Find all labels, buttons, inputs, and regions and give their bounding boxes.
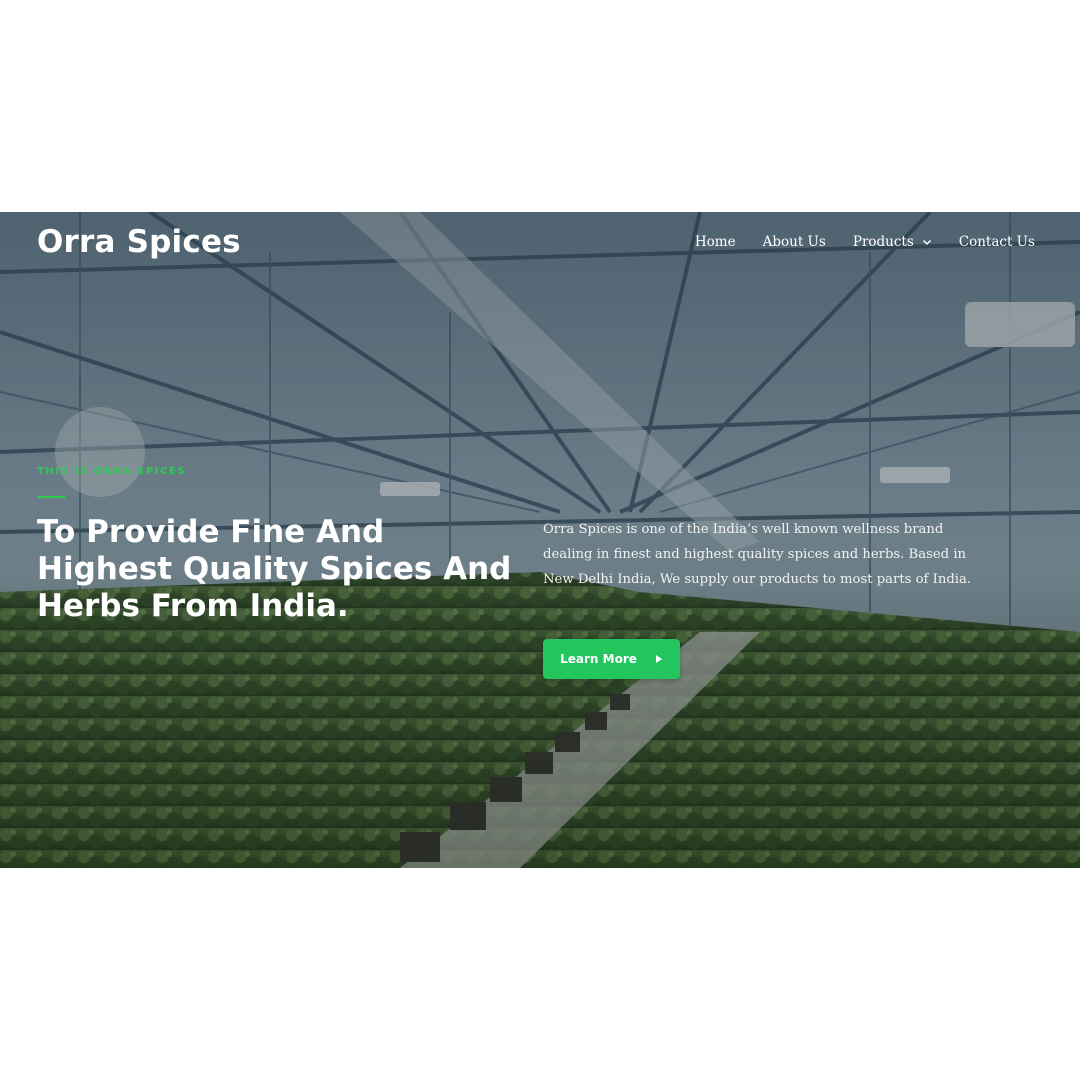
site-logo[interactable]: Orra Spices <box>37 224 241 260</box>
hero-description: Orra Spices is one of the India’s well k… <box>543 522 972 587</box>
nav-label: About Us <box>762 234 826 250</box>
nav-item-products[interactable]: Products <box>853 234 932 250</box>
chevron-down-icon <box>922 239 931 246</box>
hero-headline: To Provide Fine And Highest Quality Spic… <box>37 514 512 624</box>
nav-label: Contact Us <box>958 234 1035 250</box>
learn-more-button[interactable]: Learn More <box>543 639 680 679</box>
caret-right-icon <box>655 655 662 663</box>
nav-item-contact-us[interactable]: Contact Us <box>959 234 1035 250</box>
main-nav: Home About Us Products Contact Us <box>695 234 1035 250</box>
nav-item-about-us[interactable]: About Us <box>763 234 826 250</box>
nav-item-home[interactable]: Home <box>695 234 736 250</box>
hero-eyebrow: THIS IS ORRA SPICES <box>37 466 187 477</box>
hero-section: Orra Spices Home About Us Products Conta… <box>0 212 1080 868</box>
nav-label: Products <box>852 234 914 250</box>
nav-label: Home <box>694 234 736 250</box>
learn-more-label: Learn More <box>560 652 637 666</box>
eyebrow-divider <box>37 496 65 498</box>
